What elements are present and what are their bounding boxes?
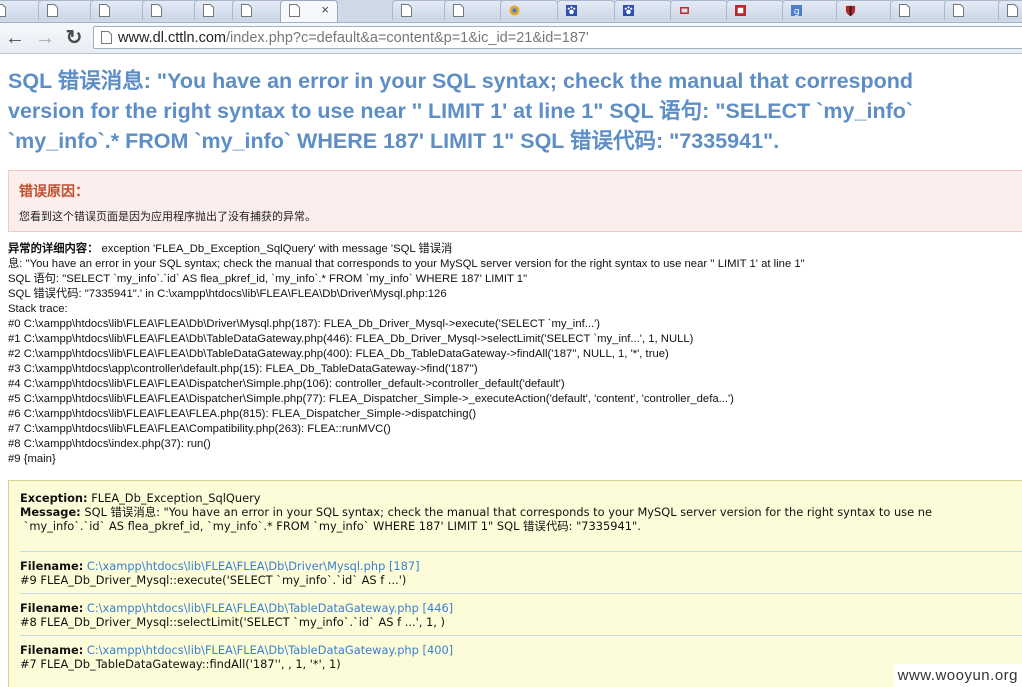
close-icon[interactable]: × bbox=[321, 2, 329, 17]
frame-path[interactable]: C:\xampp\htdocs\lib\FLEA\FLEA\Db\Driver\… bbox=[83, 559, 420, 573]
trace-frame: Filename: C:\xampp\htdocs\lib\FLEA\FLEA\… bbox=[20, 643, 453, 671]
details-line: #1 C:\xampp\htdocs\lib\FLEA\FLEA\Db\Tabl… bbox=[8, 333, 694, 345]
sql-error-line: `my_info`.* FROM `my_info` WHERE 187' LI… bbox=[8, 129, 780, 153]
tab-18[interactable] bbox=[944, 0, 1002, 20]
details-line: #4 C:\xampp\htdocs\lib\FLEA\FLEA\Dispatc… bbox=[8, 378, 565, 390]
back-button[interactable]: ← bbox=[4, 27, 26, 49]
details-line: SQL 错误代码: "7335941".' in C:\xampp\htdocs… bbox=[8, 288, 447, 300]
tab-13[interactable] bbox=[670, 0, 728, 20]
message-value: SQL 错误消息: "You have an error in your SQL… bbox=[80, 505, 932, 519]
exception-summary: Exception: FLEA_Db_Exception_SqlQuery Me… bbox=[20, 491, 932, 533]
frame-path[interactable]: C:\xampp\htdocs\lib\FLEA\FLEA\Db\TableDa… bbox=[83, 601, 453, 615]
trace-frame: Filename: C:\xampp\htdocs\lib\FLEA\FLEA\… bbox=[20, 559, 420, 587]
page-icon bbox=[953, 4, 964, 17]
paw-icon bbox=[623, 5, 634, 16]
frame-call: #8 FLEA_Db_Driver_Mysql::selectLimit('SE… bbox=[20, 615, 445, 629]
paw-icon bbox=[566, 5, 577, 16]
page-icon bbox=[453, 4, 464, 17]
page-icon bbox=[47, 4, 58, 17]
page-icon bbox=[1007, 4, 1018, 17]
url-host: www.dl.cttln.com bbox=[118, 30, 226, 46]
details-line: Stack trace: bbox=[8, 303, 68, 315]
sql-error-heading: SQL 错误消息: "You have an error in your SQL… bbox=[8, 66, 1022, 156]
page-icon bbox=[0, 4, 6, 17]
tab-17[interactable] bbox=[890, 0, 948, 20]
details-line: #5 C:\xampp\htdocs\lib\FLEA\FLEA\Dispatc… bbox=[8, 393, 734, 405]
page-icon bbox=[289, 4, 300, 17]
details-line: #2 C:\xampp\htdocs\lib\FLEA\FLEA\Db\Tabl… bbox=[8, 348, 669, 360]
tab-19[interactable] bbox=[998, 0, 1022, 20]
browser-toolbar: ← → ↻ www.dl.cttln.com/index.php?c=defau… bbox=[0, 23, 1022, 54]
google-icon: g bbox=[791, 5, 802, 17]
tab-strip: g × bbox=[0, 0, 1022, 23]
details-line: #8 C:\xampp\htdocs\index.php(37): run() bbox=[8, 438, 211, 450]
frame-call: #9 FLEA_Db_Driver_Mysql::execute('SELECT… bbox=[20, 573, 407, 587]
address-bar[interactable]: www.dl.cttln.com/index.php?c=default&a=c… bbox=[93, 26, 1022, 49]
separator bbox=[20, 593, 1022, 594]
page-icon bbox=[151, 4, 162, 17]
filename-label: Filename: bbox=[20, 601, 84, 615]
tab-15[interactable]: g bbox=[782, 0, 840, 20]
page-icon bbox=[241, 4, 252, 17]
page-icon bbox=[99, 4, 110, 17]
filename-label: Filename: bbox=[20, 643, 84, 657]
reason-title: 错误原因： bbox=[19, 183, 89, 199]
page-icon bbox=[101, 31, 112, 44]
frame-call: #7 FLEA_Db_TableDataGateway::findAll('18… bbox=[20, 657, 341, 671]
exception-trace-box: Exception: FLEA_Db_Exception_SqlQuery Me… bbox=[8, 480, 1022, 687]
tab-12[interactable] bbox=[614, 0, 672, 20]
red-logo-icon bbox=[735, 5, 746, 16]
page-icon bbox=[203, 4, 214, 17]
message-value-cont: `my_info`.`id` AS flea_pkref_id, `my_inf… bbox=[20, 519, 641, 533]
tab-10[interactable] bbox=[500, 0, 558, 20]
tab-16[interactable] bbox=[836, 0, 894, 20]
reason-text: 您看到这个错误页面是因为应用程序抛出了没有捕获的异常。 bbox=[19, 211, 316, 223]
details-line: exception 'FLEA_Db_Exception_SqlQuery' w… bbox=[98, 243, 453, 255]
reload-button[interactable]: ↻ bbox=[63, 27, 85, 49]
error-reason-box: 错误原因： 您看到这个错误页面是因为应用程序抛出了没有捕获的异常。 bbox=[8, 170, 1022, 232]
separator bbox=[20, 635, 1022, 636]
details-line: #6 C:\xampp\htdocs\lib\FLEA\FLEA\FLEA.ph… bbox=[8, 408, 477, 420]
url-path: /index.php?c=default&a=content&p=1&ic_id… bbox=[225, 30, 589, 46]
tab-active[interactable]: × bbox=[280, 0, 338, 22]
trace-frame: Filename: C:\xampp\htdocs\lib\FLEA\FLEA\… bbox=[20, 601, 453, 629]
exception-details: 异常的详细内容： exception 'FLEA_Db_Exception_Sq… bbox=[8, 242, 805, 467]
page-icon bbox=[899, 4, 910, 17]
forward-button[interactable]: → bbox=[34, 27, 56, 49]
frame-path[interactable]: C:\xampp\htdocs\lib\FLEA\FLEA\Db\TableDa… bbox=[83, 643, 453, 657]
message-label: Message: bbox=[20, 505, 81, 519]
svg-text:g: g bbox=[794, 6, 800, 17]
details-line: #3 C:\xampp\htdocs\app\controller\defaul… bbox=[8, 363, 478, 375]
tab-9[interactable] bbox=[444, 0, 506, 20]
sql-error-line: SQL 错误消息: "You have an error in your SQL… bbox=[8, 69, 914, 93]
details-line: 息: "You have an error in your SQL syntax… bbox=[8, 258, 805, 270]
red-logo-icon bbox=[680, 7, 689, 14]
separator bbox=[20, 551, 1022, 552]
chrome-icon bbox=[509, 5, 520, 16]
details-line: #9 {main} bbox=[8, 453, 56, 465]
tab-11[interactable] bbox=[557, 0, 615, 20]
details-line: #7 C:\xampp\htdocs\lib\FLEA\FLEA\Compati… bbox=[8, 423, 391, 435]
details-label: 异常的详细内容： bbox=[8, 243, 99, 255]
details-line: SQL 语句: "SELECT `my_info`.`id` AS flea_p… bbox=[8, 273, 528, 285]
exception-label: Exception: bbox=[20, 491, 88, 505]
page-content: SQL 错误消息: "You have an error in your SQL… bbox=[0, 54, 1022, 687]
details-line: #0 C:\xampp\htdocs\lib\FLEA\FLEA\Db\Driv… bbox=[8, 318, 601, 330]
watermark: www.wooyun.org bbox=[893, 664, 1022, 687]
shield-icon bbox=[845, 5, 856, 17]
page-icon bbox=[401, 4, 412, 17]
tab-14[interactable] bbox=[726, 0, 784, 20]
sql-error-line: version for the right syntax to use near… bbox=[8, 99, 914, 123]
filename-label: Filename: bbox=[20, 559, 84, 573]
exception-value: FLEA_Db_Exception_SqlQuery bbox=[87, 491, 261, 505]
url-text[interactable]: www.dl.cttln.com/index.php?c=default&a=c… bbox=[118, 30, 589, 46]
